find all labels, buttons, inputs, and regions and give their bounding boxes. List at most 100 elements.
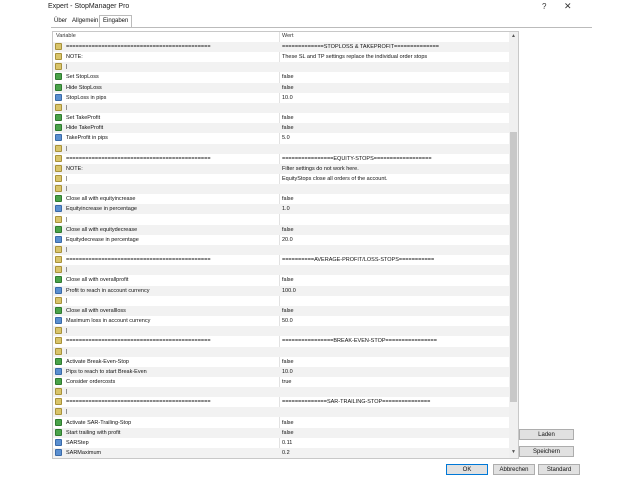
variable-name: | bbox=[66, 186, 68, 193]
variable-value[interactable]: Filter settings do not work here. bbox=[282, 166, 359, 172]
table-row[interactable]: StopLoss in pips 10.0 bbox=[53, 93, 509, 103]
table-row[interactable]: ========================================… bbox=[53, 42, 509, 52]
variable-value[interactable]: 5.0 bbox=[282, 135, 290, 141]
table-row[interactable]: | bbox=[53, 407, 509, 418]
scroll-down-icon[interactable]: ▼ bbox=[511, 449, 516, 455]
table-row[interactable]: | bbox=[53, 62, 509, 73]
table-row[interactable]: ========================================… bbox=[53, 336, 509, 346]
variable-name: | bbox=[66, 348, 68, 355]
table-row[interactable]: ========================================… bbox=[53, 397, 509, 407]
table-row[interactable]: SARMaximum 0.2 bbox=[53, 448, 509, 458]
table-row[interactable]: | EquityStops close all orders of the acc… bbox=[53, 174, 509, 184]
table-row[interactable]: | bbox=[53, 143, 509, 154]
boolean-type-icon bbox=[55, 124, 62, 132]
ok-button[interactable]: OK bbox=[446, 464, 488, 475]
tab-general[interactable]: Allgemein bbox=[69, 16, 101, 27]
table-row[interactable]: NOTE: These SL and TP settings replace th… bbox=[53, 52, 509, 62]
load-button[interactable]: Laden bbox=[519, 429, 574, 440]
variable-value[interactable]: 0.11 bbox=[282, 440, 292, 446]
table-row[interactable]: Hide StopLoss false bbox=[53, 82, 509, 93]
column-header-variable[interactable]: Variable bbox=[56, 33, 76, 39]
table-row[interactable]: ========================================… bbox=[53, 255, 509, 265]
variable-value[interactable]: false bbox=[282, 277, 294, 283]
variable-name: | bbox=[66, 104, 68, 111]
table-row[interactable]: TakeProfit in pips 5.0 bbox=[53, 133, 509, 143]
variable-value[interactable]: ================BREAK-EVEN-STOP=========… bbox=[282, 338, 437, 344]
table-row[interactable]: Set StopLoss false bbox=[53, 72, 509, 82]
variable-value[interactable]: false bbox=[282, 420, 294, 426]
variable-name: | bbox=[66, 297, 68, 304]
table-row[interactable]: | bbox=[53, 215, 509, 225]
variable-value[interactable]: false bbox=[282, 74, 294, 80]
variable-value[interactable]: 0.2 bbox=[282, 450, 290, 456]
table-row[interactable]: Equitydecrease in percentage 20.0 bbox=[53, 235, 509, 245]
close-button[interactable]: ✕ bbox=[564, 1, 572, 12]
help-button[interactable]: ? bbox=[542, 2, 546, 11]
variable-value[interactable]: EquityStops close all orders of the acco… bbox=[282, 176, 387, 182]
variable-name: TakeProfit in pips bbox=[66, 135, 108, 142]
table-row[interactable]: | bbox=[53, 296, 509, 306]
number-type-icon bbox=[55, 317, 62, 325]
table-row[interactable]: ========================================… bbox=[53, 154, 509, 164]
table-row[interactable]: Close all with equityincrease false bbox=[53, 194, 509, 204]
variable-value[interactable]: false bbox=[282, 196, 294, 202]
table-row[interactable]: Consider ordercosts true bbox=[53, 377, 509, 387]
variable-value[interactable]: ==========AVERAGE-PROFIT/LOSS-STOPS=====… bbox=[282, 257, 434, 263]
boolean-type-icon bbox=[55, 73, 62, 81]
table-row[interactable]: Activate Break-Even-Stop false bbox=[53, 357, 509, 367]
table-row[interactable]: Start trailing with profit false bbox=[53, 427, 509, 438]
column-header-value[interactable]: Wert bbox=[282, 33, 294, 39]
variable-value[interactable]: 10.0 bbox=[282, 369, 293, 375]
variable-value[interactable]: 20.0 bbox=[282, 237, 293, 243]
table-row[interactable]: Close all with equitydecrease false bbox=[53, 224, 509, 235]
cancel-button[interactable]: Abbrechen bbox=[493, 464, 535, 475]
tab-about[interactable]: Über bbox=[51, 16, 70, 27]
variable-value[interactable]: 1.0 bbox=[282, 206, 290, 212]
table-row[interactable]: Equityincrease in percentage 1.0 bbox=[53, 204, 509, 215]
table-row[interactable]: SARStep 0.11 bbox=[53, 438, 509, 448]
variable-value[interactable]: false bbox=[282, 308, 294, 314]
table-row[interactable]: Pips to reach to start Break-Even 10.0 bbox=[53, 366, 509, 377]
variable-value[interactable]: false bbox=[282, 359, 294, 365]
table-row[interactable]: Close all with overallloss false bbox=[53, 305, 509, 316]
string-type-icon bbox=[55, 154, 62, 162]
table-row[interactable]: | bbox=[53, 184, 509, 195]
variable-value[interactable]: true bbox=[282, 379, 291, 385]
scrollbar-thumb[interactable] bbox=[510, 132, 517, 402]
table-row[interactable]: | bbox=[53, 245, 509, 255]
variable-value[interactable]: ==============SAR-TRAILING-STOP=========… bbox=[282, 399, 430, 405]
variable-value[interactable]: 10.0 bbox=[282, 95, 293, 101]
variable-value[interactable]: 50.0 bbox=[282, 318, 293, 324]
table-row[interactable]: Set TakeProfit false bbox=[53, 113, 509, 123]
variable-name: Set TakeProfit bbox=[66, 115, 101, 122]
table-row[interactable]: | bbox=[53, 346, 509, 357]
variable-value[interactable]: false bbox=[282, 227, 294, 233]
table-row[interactable]: Maximum loss in account currency 50.0 bbox=[53, 316, 509, 326]
table-row[interactable]: Profit to reach in account currency 100.0 bbox=[53, 285, 509, 296]
variable-name: | bbox=[66, 145, 68, 152]
variable-value[interactable]: false bbox=[282, 430, 294, 436]
table-row[interactable]: | bbox=[53, 387, 509, 398]
table-row[interactable]: Activate SAR-Trailing-Stop false bbox=[53, 418, 509, 428]
variable-value[interactable]: 100.0 bbox=[282, 288, 296, 294]
table-row[interactable]: | bbox=[53, 265, 509, 276]
string-type-icon bbox=[55, 174, 62, 182]
save-button[interactable]: Speichern bbox=[519, 446, 574, 457]
variable-value[interactable]: These SL and TP settings replace the ind… bbox=[282, 54, 427, 60]
variable-value[interactable]: false bbox=[282, 115, 294, 121]
table-row[interactable]: NOTE: Filter settings do not work here. bbox=[53, 163, 509, 174]
vertical-scrollbar[interactable]: ▲ ▼ bbox=[509, 32, 518, 458]
table-row[interactable]: | bbox=[53, 326, 509, 337]
table-row[interactable]: Close all with overallprofit false bbox=[53, 275, 509, 285]
variable-value[interactable]: =============STOPLOSS & TAKEPROFIT======… bbox=[282, 44, 439, 50]
table-row[interactable]: | bbox=[53, 102, 509, 113]
variable-value[interactable]: false bbox=[282, 125, 294, 131]
boolean-type-icon bbox=[55, 357, 62, 365]
table-row[interactable]: Hide TakeProfit false bbox=[53, 123, 509, 134]
variable-value[interactable]: ================EQUITY-STOPS============… bbox=[282, 156, 432, 162]
string-type-icon bbox=[55, 327, 62, 335]
default-button[interactable]: Standard bbox=[538, 464, 580, 475]
variable-name: | bbox=[66, 389, 68, 396]
variable-value[interactable]: false bbox=[282, 85, 294, 91]
scroll-up-icon[interactable]: ▲ bbox=[511, 33, 516, 39]
